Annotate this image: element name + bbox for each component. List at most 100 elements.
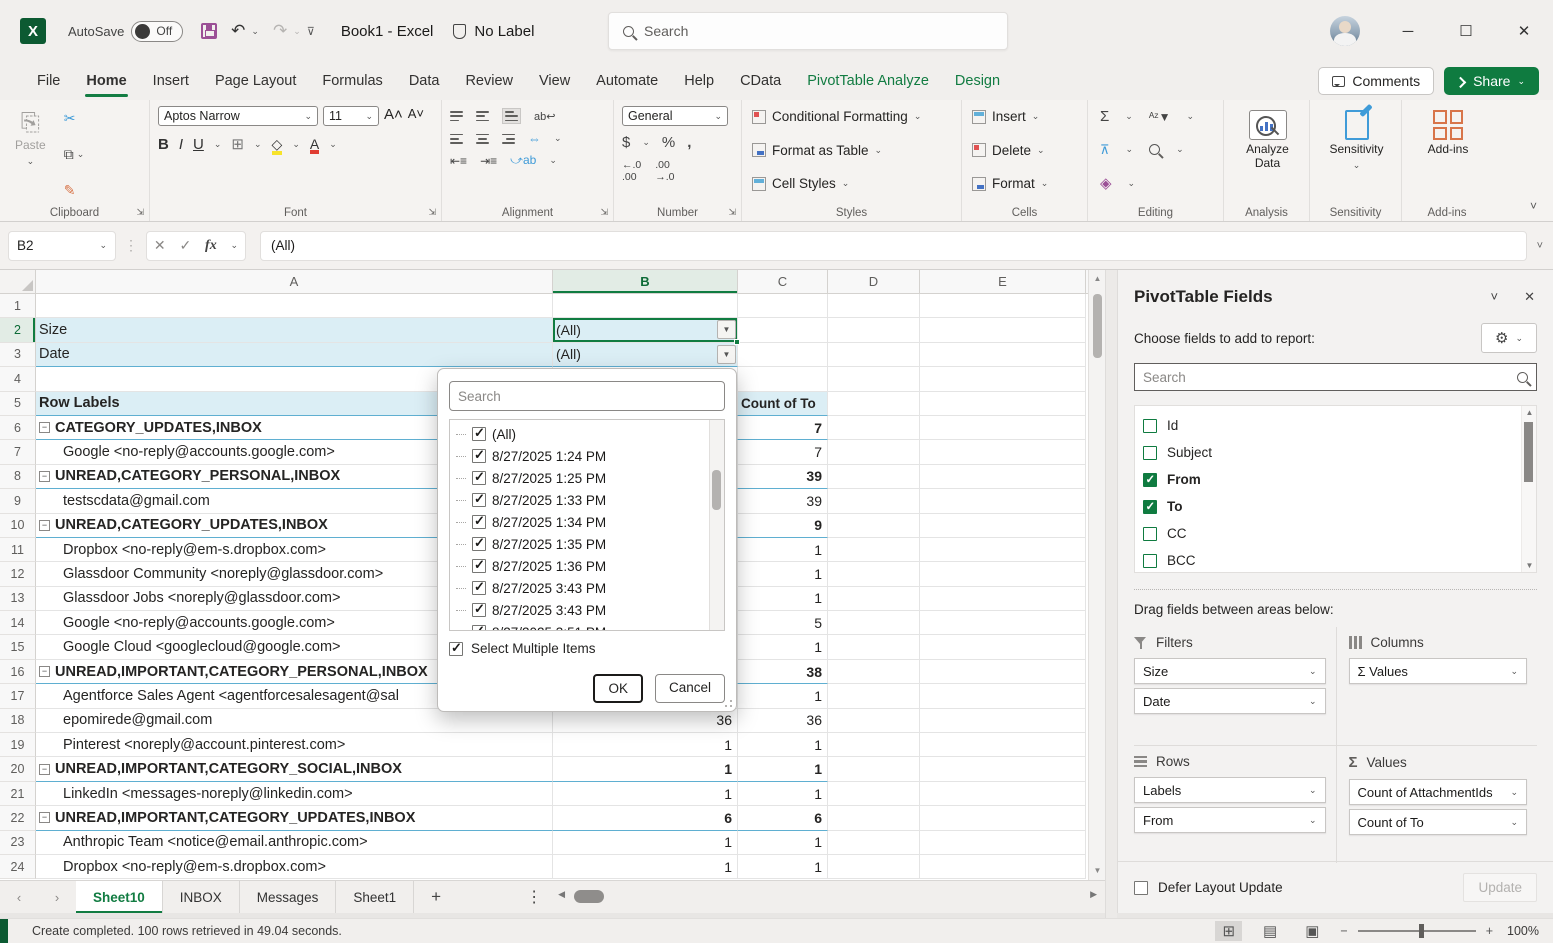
cell-D6[interactable] [828, 416, 920, 440]
cell-E3[interactable] [920, 343, 1086, 367]
field-list-scrollbar[interactable]: ▲▼ [1521, 406, 1536, 572]
filter-search-input[interactable] [449, 381, 725, 411]
select-multiple-row[interactable]: Select Multiple Items [449, 641, 725, 656]
select-multiple-checkbox[interactable] [449, 642, 463, 656]
cell-D21[interactable] [828, 782, 920, 806]
ribbon-tab-formulas[interactable]: Formulas [309, 65, 395, 97]
cell-A18[interactable]: epomirede@gmail.com [36, 709, 553, 733]
cell-C1[interactable] [738, 294, 828, 318]
autosave-control[interactable]: AutoSave Off [68, 21, 183, 42]
fill-color-chevron-icon[interactable]: ⌄ [292, 139, 300, 150]
cell-B23[interactable]: 1 [553, 831, 738, 855]
select-all-corner[interactable] [0, 270, 36, 293]
field-scroll-up-icon[interactable]: ▲ [1522, 408, 1537, 417]
field-item-id[interactable]: Id [1143, 412, 1536, 439]
cell-C2[interactable] [738, 318, 828, 342]
font-color-chevron-icon[interactable]: ⌄ [329, 139, 337, 150]
ok-button[interactable]: OK [593, 674, 643, 703]
cell-C3[interactable] [738, 343, 828, 367]
collapse-group-icon[interactable]: − [39, 471, 50, 482]
cell-A3[interactable]: Date [36, 343, 553, 367]
row-header-24[interactable]: 24 [0, 855, 36, 879]
clear-chevron-icon[interactable]: ⌄ [1128, 178, 1136, 189]
values-area[interactable]: ΣValuesCount of AttachmentIds⌄Count of T… [1336, 745, 1538, 863]
cell-E21[interactable] [920, 782, 1086, 806]
field-item-from[interactable]: From [1143, 466, 1536, 493]
cell-C19[interactable]: 1 [738, 733, 828, 757]
bold-button[interactable]: B [158, 136, 169, 153]
align-bottom-icon[interactable] [502, 108, 521, 124]
update-button[interactable]: Update [1463, 873, 1537, 902]
zoom-slider[interactable]: − + [1340, 924, 1493, 938]
filter-scroll-thumb[interactable] [712, 470, 721, 510]
columns-area[interactable]: ColumnsΣ Values⌄ [1336, 627, 1538, 745]
scroll-left-icon[interactable]: ◀ [558, 889, 565, 900]
number-format-select[interactable]: General⌄ [622, 106, 728, 126]
values-field-count-of-to[interactable]: Count of To⌄ [1349, 809, 1528, 835]
cell-E7[interactable] [920, 440, 1086, 464]
cell-C6[interactable]: 7 [738, 416, 828, 440]
collapse-ribbon-icon[interactable]: ˅ [1530, 199, 1537, 213]
ribbon-tab-home[interactable]: Home [73, 65, 139, 97]
cell-C10[interactable]: 9 [738, 514, 828, 538]
defer-layout-row[interactable]: Defer Layout Update [1134, 880, 1283, 895]
field-item-to[interactable]: To [1143, 493, 1536, 520]
ribbon-tab-help[interactable]: Help [671, 65, 727, 97]
format-cells-button[interactable]: Format⌄ [972, 176, 1079, 191]
ribbon-tab-view[interactable]: View [526, 65, 583, 97]
merge-chevron-icon[interactable]: ⌄ [554, 133, 562, 144]
align-right-icon[interactable] [502, 134, 515, 144]
cell-D1[interactable] [828, 294, 920, 318]
row-header-15[interactable]: 15 [0, 635, 36, 659]
sheet-tab-sheet10[interactable]: Sheet10 [76, 881, 163, 913]
increase-decimal-icon[interactable]: ←.0.00 [622, 159, 641, 183]
cell-A20[interactable]: −UNREAD,IMPORTANT,CATEGORY_SOCIAL,INBOX [36, 757, 553, 781]
cell-E5[interactable] [920, 392, 1086, 416]
find-select-button[interactable] [1149, 144, 1160, 155]
find-chevron-icon[interactable]: ⌄ [1176, 144, 1184, 155]
sort-filter-button[interactable]: ᴬᶻ▼ [1149, 110, 1171, 124]
cell-D19[interactable] [828, 733, 920, 757]
cell-C23[interactable]: 1 [738, 831, 828, 855]
area-field-chevron-icon[interactable]: ⌄ [1309, 785, 1317, 796]
filter-item-checkbox[interactable] [472, 427, 486, 441]
decrease-decimal-icon[interactable]: .00→.0 [655, 159, 674, 183]
increase-font-icon[interactable]: A˄ [384, 106, 403, 126]
share-button[interactable]: Share ⌄ [1444, 67, 1539, 95]
collapse-group-icon[interactable]: − [39, 764, 50, 775]
cell-E1[interactable] [920, 294, 1086, 318]
horizontal-scroll-thumb[interactable] [574, 890, 604, 903]
cell-E9[interactable] [920, 489, 1086, 513]
cancel-entry-icon[interactable]: ✕ [154, 237, 166, 254]
cell-C14[interactable]: 5 [738, 611, 828, 635]
page-layout-view-icon[interactable]: ▤ [1256, 921, 1284, 941]
scroll-down-icon[interactable]: ▼ [1089, 864, 1106, 878]
sensitivity-label[interactable]: No Label [474, 23, 534, 40]
zoom-track[interactable] [1358, 930, 1476, 932]
cell-C20[interactable]: 1 [738, 757, 828, 781]
row-header-1[interactable]: 1 [0, 294, 36, 318]
fields-search-box[interactable]: Search [1134, 363, 1537, 391]
autosum-button[interactable]: Σ [1100, 108, 1109, 125]
cell-E18[interactable] [920, 709, 1086, 733]
filter-item-1[interactable]: 8/27/2025 1:24 PM [456, 445, 724, 467]
cell-E16[interactable] [920, 660, 1086, 684]
cell-E15[interactable] [920, 635, 1086, 659]
clipboard-dialog-launcher-icon[interactable]: ⇲ [136, 207, 144, 218]
qat-overflow-icon[interactable]: ⊽ [307, 25, 315, 38]
cell-B2[interactable]: (All)▼ [553, 318, 738, 342]
alignment-dialog-launcher-icon[interactable]: ⇲ [600, 207, 608, 218]
area-field-chevron-icon[interactable]: ⌄ [1510, 817, 1518, 828]
orientation-chevron-icon[interactable]: ⌄ [549, 155, 557, 166]
area-field-chevron-icon[interactable]: ⌄ [1309, 696, 1317, 707]
cell-C9[interactable]: 39 [738, 489, 828, 513]
cell-D2[interactable] [828, 318, 920, 342]
undo-icon[interactable]: ↶ [231, 21, 245, 41]
column-header-b[interactable]: B [553, 270, 738, 293]
row-header-14[interactable]: 14 [0, 611, 36, 635]
insert-cells-button[interactable]: Insert⌄ [972, 109, 1079, 124]
cell-E20[interactable] [920, 757, 1086, 781]
horizontal-scrollbar[interactable]: ◀ ▶ [558, 888, 1097, 906]
font-dialog-launcher-icon[interactable]: ⇲ [428, 207, 436, 218]
cell-D23[interactable] [828, 831, 920, 855]
